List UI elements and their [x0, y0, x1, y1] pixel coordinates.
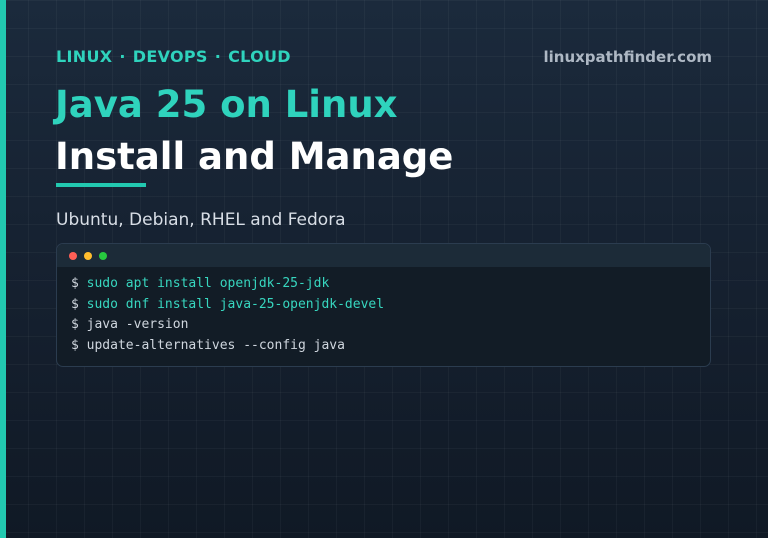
terminal-titlebar — [57, 244, 710, 267]
prompt-symbol: $ — [71, 337, 79, 353]
command-text: update-alternatives --config java — [86, 337, 345, 353]
close-dot-icon — [69, 252, 77, 260]
title-underline — [56, 183, 146, 187]
terminal-line: $ sudo apt install openjdk-25-jdk — [71, 274, 710, 295]
title-line-2: Install and Manage — [55, 135, 454, 178]
minimize-dot-icon — [84, 252, 92, 260]
category-tagline: LINUX · DEVOPS · CLOUD — [56, 47, 291, 66]
terminal-body: $ sudo apt install openjdk-25-jdk $ sudo… — [57, 267, 710, 356]
tag-separator: · — [214, 47, 222, 66]
subtitle: Ubuntu, Debian, RHEL and Fedora — [56, 210, 346, 230]
prompt-symbol: $ — [71, 296, 79, 312]
tag-linux: LINUX — [56, 47, 113, 66]
prompt-symbol: $ — [71, 276, 79, 291]
tag-cloud: CLOUD — [228, 47, 291, 66]
command-text: sudo apt install openjdk-25-jdk — [86, 276, 330, 291]
terminal-window: $ sudo apt install openjdk-25-jdk $ sudo… — [56, 243, 711, 367]
site-url: linuxpathfinder.com — [543, 48, 712, 66]
command-text: sudo dnf install java-25-openjdk-devel — [86, 296, 385, 312]
terminal-line: $ update-alternatives --config java — [71, 336, 710, 357]
terminal-line: $ java -version — [71, 315, 710, 336]
left-accent-bar — [0, 0, 6, 538]
tag-separator: · — [119, 47, 126, 66]
command-text: java -version — [86, 317, 189, 332]
prompt-symbol: $ — [71, 317, 79, 332]
maximize-dot-icon — [99, 252, 107, 260]
terminal-line: $ sudo dnf install java-25-openjdk-devel — [71, 295, 710, 316]
tag-devops: DEVOPS — [132, 47, 208, 66]
title-line-1: Java 25 on Linux — [55, 83, 398, 126]
